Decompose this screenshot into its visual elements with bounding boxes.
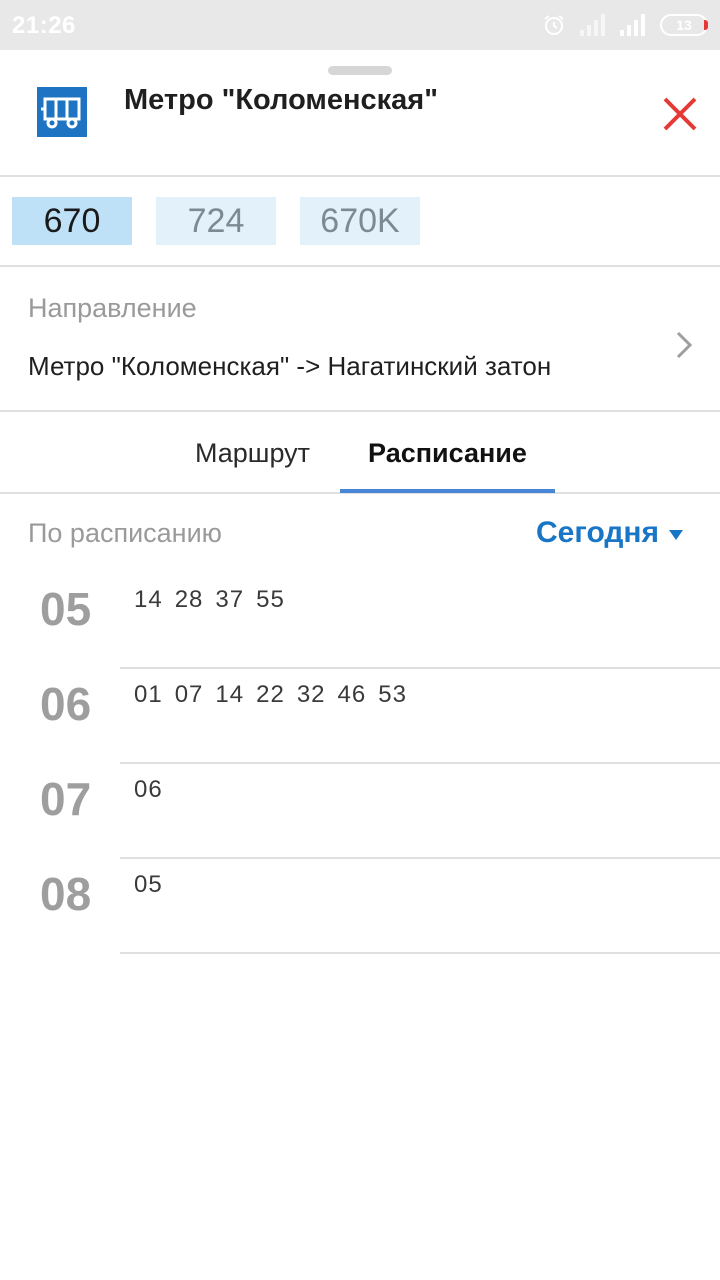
schedule-hour: 05 <box>40 583 92 635</box>
status-bar: 21:26 13 <box>0 0 720 50</box>
departure-minute: 46 <box>337 681 367 708</box>
schedule-row: 05 14 28 37 55 <box>0 574 720 669</box>
route-selector: 670 724 670K <box>0 177 720 267</box>
stop-title: Метро "Коломенская" <box>124 84 438 116</box>
direction-label: Направление <box>28 293 197 323</box>
battery-level: 13 <box>676 17 692 33</box>
signal-icon <box>620 14 646 36</box>
row-divider <box>120 952 720 954</box>
schedule-minutes: 06 <box>134 776 163 804</box>
chevron-right-icon <box>676 331 693 359</box>
departure-minute: 05 <box>134 871 163 898</box>
close-button[interactable] <box>656 90 704 138</box>
dropdown-arrow-icon <box>669 530 684 540</box>
departure-minute: 14 <box>134 586 163 613</box>
tab-bar: Маршрут Расписание <box>0 412 720 494</box>
schedule-row: 06 01 07 14 22 32 46 53 <box>0 669 720 764</box>
status-icons: 13 <box>542 12 708 38</box>
departure-minute: 32 <box>296 681 326 708</box>
day-dropdown[interactable]: Сегодня <box>536 516 684 550</box>
tab-schedule[interactable]: Расписание <box>340 412 555 494</box>
signal-weak-icon <box>580 14 606 36</box>
close-icon <box>663 97 697 131</box>
bus-icon <box>37 87 87 137</box>
schedule-minutes: 14 28 37 55 <box>134 586 285 614</box>
schedule-hour: 06 <box>40 678 92 730</box>
departure-minute: 01 <box>134 681 163 708</box>
schedule-label: По расписанию <box>28 518 222 548</box>
status-time: 21:26 <box>12 12 76 39</box>
alarm-icon <box>542 13 566 37</box>
schedule-row: 08 05 <box>0 859 720 954</box>
stop-header: Метро "Коломенская" <box>0 50 720 177</box>
departure-minute: 22 <box>256 681 285 708</box>
schedule-header: По расписанию Сегодня <box>0 494 720 574</box>
schedule-hour: 07 <box>40 773 92 825</box>
departure-minute: 53 <box>378 681 407 708</box>
schedule-row: 07 06 <box>0 764 720 859</box>
departure-minute: 37 <box>215 586 245 613</box>
route-chip-670[interactable]: 670 <box>12 197 132 245</box>
route-chip-670k[interactable]: 670K <box>300 197 420 245</box>
departure-minute: 07 <box>174 681 204 708</box>
departure-minute: 55 <box>256 586 285 613</box>
tab-route[interactable]: Маршрут <box>170 412 335 494</box>
direction-value: Метро "Коломенская" -> Нагатинский затон <box>28 351 552 381</box>
battery-icon: 13 <box>660 14 708 36</box>
departure-minute: 28 <box>174 586 204 613</box>
schedule-minutes: 05 <box>134 871 163 899</box>
schedule-minutes: 01 07 14 22 32 46 53 <box>134 681 407 709</box>
battery-tip <box>704 20 708 30</box>
day-value: Сегодня <box>536 516 660 549</box>
direction-selector[interactable]: Направление Метро "Коломенская" -> Нагат… <box>0 267 720 412</box>
tab-indicator <box>340 489 555 493</box>
departure-minute: 06 <box>134 776 163 803</box>
stop-sheet: Метро "Коломенская" 670 724 670K Направл… <box>0 50 720 1280</box>
departure-minute: 14 <box>215 681 245 708</box>
schedule-hour: 08 <box>40 868 92 920</box>
route-chip-724[interactable]: 724 <box>156 197 276 245</box>
